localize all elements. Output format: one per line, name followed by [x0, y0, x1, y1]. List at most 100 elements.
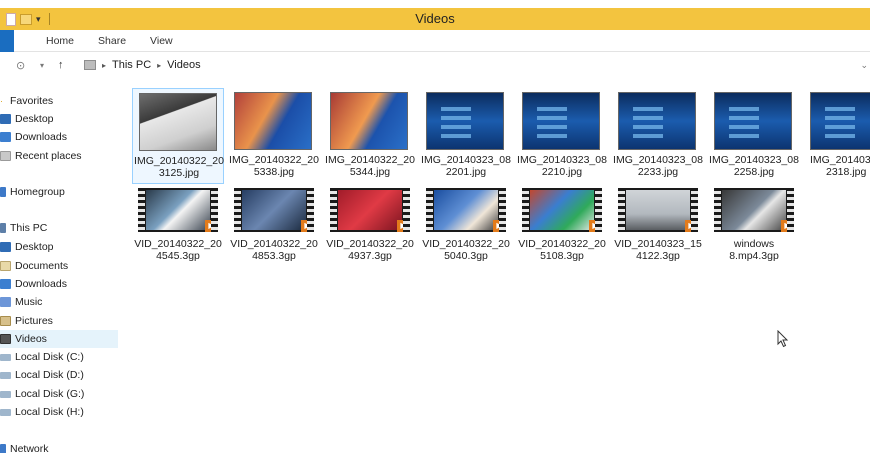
homegroup-icon [0, 187, 6, 197]
nav-favorites[interactable]: · Favorites [0, 92, 53, 110]
file-list: IMG_20140322_20 3125.jpg IMG_20140322_20 5… [128, 84, 870, 453]
breadcrumb-this-pc[interactable]: This PC [112, 59, 151, 71]
play-icon: ▶ [589, 220, 602, 232]
image-thumbnail [234, 92, 312, 150]
breadcrumb-videos[interactable]: Videos [167, 59, 200, 71]
nav-documents[interactable]: Documents [0, 257, 68, 275]
nav-pictures[interactable]: Pictures [0, 312, 53, 330]
nav-label: Videos [15, 333, 47, 345]
pictures-icon [0, 316, 11, 326]
file-name: IMG_20140323_08 2258.jpg [709, 154, 799, 178]
folder-icon [84, 60, 96, 70]
nav-label: Recent places [15, 150, 82, 162]
file-item-image[interactable]: IMG_20140322_20 5344.jpg [324, 88, 416, 184]
desktop-icon [0, 242, 11, 252]
up-arrow-icon[interactable]: ↑ [58, 59, 64, 71]
file-item-video[interactable]: ▶ VID_20140322_20 4853.3gp [228, 184, 320, 270]
ribbon-tabs: Home Share View [0, 30, 870, 52]
image-thumbnail [618, 92, 696, 150]
nav-videos[interactable]: Videos [0, 330, 118, 348]
videos-icon [0, 334, 11, 344]
nav-label: Local Disk (C:) [15, 351, 84, 363]
nav-label: Downloads [15, 131, 67, 143]
play-icon: ▶ [493, 220, 506, 232]
file-name: VID_20140322_20 4937.3gp [326, 238, 414, 262]
video-thumbnail: ▶ [330, 188, 410, 232]
nav-label: Local Disk (G:) [15, 388, 85, 400]
file-item-video[interactable]: ▶ VID_20140322_20 5040.3gp [420, 184, 512, 270]
file-tab[interactable] [0, 30, 14, 52]
file-item-video[interactable]: ▶ VID_20140322_20 4545.3gp [132, 184, 224, 270]
title-bar: ▾ Videos [0, 8, 870, 30]
nav-downloads[interactable]: Downloads [0, 275, 67, 293]
navigation-pane: · Favorites Desktop Downloads Recent pla… [0, 84, 122, 453]
music-icon [0, 297, 11, 307]
video-thumbnail: ▶ [138, 188, 218, 232]
play-icon: ▶ [205, 220, 218, 232]
downloads-icon [0, 132, 11, 142]
file-item-image[interactable]: IMG_20140323_08 2258.jpg [708, 88, 800, 184]
file-item-image[interactable]: IMG_201403232318.jpg [804, 88, 870, 184]
image-thumbnail [139, 93, 217, 151]
nav-downloads-favorite[interactable]: Downloads [0, 128, 67, 146]
chevron-right-icon[interactable]: ▸ [157, 61, 161, 70]
nav-label: Downloads [15, 278, 67, 290]
disk-drive-icon [0, 390, 11, 398]
play-icon: ▶ [685, 220, 698, 232]
nav-label: Pictures [15, 315, 53, 327]
file-name: IMG_20140323_08 2201.jpg [421, 154, 511, 178]
tab-share[interactable]: Share [86, 35, 138, 47]
file-name: VID_20140323_15 4122.3gp [614, 238, 702, 262]
video-thumbnail: ▶ [522, 188, 602, 232]
nav-local-disk-g[interactable]: Local Disk (G:) [0, 385, 84, 403]
desktop-icon [0, 114, 11, 124]
nav-label: Local Disk (H:) [15, 406, 84, 418]
back-icon[interactable]: ⊙ [16, 59, 25, 72]
nav-label: Local Disk (D:) [15, 369, 84, 381]
video-thumbnail: ▶ [714, 188, 794, 232]
nav-network[interactable]: Network [0, 440, 49, 453]
file-item-video[interactable]: ▶ VID_20140323_15 4122.3gp [612, 184, 704, 270]
breadcrumb[interactable]: ▸ This PC ▸ Videos [84, 59, 201, 71]
star-icon: · [0, 96, 3, 106]
nav-local-disk-h[interactable]: Local Disk (H:) [0, 403, 84, 421]
video-thumbnail: ▶ [426, 188, 506, 232]
image-thumbnail [810, 92, 870, 150]
file-name: IMG_20140322_20 3125.jpg [134, 155, 224, 179]
tab-home[interactable]: Home [34, 35, 86, 47]
image-thumbnail [714, 92, 792, 150]
nav-recent-places[interactable]: Recent places [0, 147, 82, 165]
computer-icon [0, 223, 6, 233]
disk-drive-icon [0, 408, 11, 416]
window-title: Videos [415, 11, 455, 26]
image-thumbnail [522, 92, 600, 150]
file-item-video[interactable]: ▶ windows 8.mp4.3gp [708, 184, 800, 270]
nav-local-disk-c[interactable]: Local Disk (C:) [0, 348, 84, 366]
file-item-image[interactable]: IMG_20140323_08 2210.jpg [516, 88, 608, 184]
tab-view[interactable]: View [138, 35, 185, 47]
chevron-right-icon[interactable]: ▸ [102, 61, 106, 70]
nav-desktop[interactable]: Desktop [0, 238, 54, 256]
file-item-video[interactable]: ▶ VID_20140322_20 4937.3gp [324, 184, 416, 270]
file-item-image[interactable]: IMG_20140323_08 2201.jpg [420, 88, 512, 184]
video-thumbnail: ▶ [234, 188, 314, 232]
nav-music[interactable]: Music [0, 293, 42, 311]
nav-local-disk-d[interactable]: Local Disk (D:) [0, 366, 84, 384]
file-item-image[interactable]: IMG_20140322_20 3125.jpg [132, 88, 224, 184]
file-name: windows 8.mp4.3gp [729, 238, 779, 262]
nav-homegroup[interactable]: Homegroup [0, 183, 65, 201]
nav-label: Network [10, 443, 49, 453]
chevron-down-icon[interactable]: ⌄ [860, 60, 868, 71]
file-item-image[interactable]: IMG_20140322_20 5338.jpg [228, 88, 320, 184]
nav-label: Favorites [10, 95, 54, 107]
file-item-video[interactable]: ▶ VID_20140322_20 5108.3gp [516, 184, 608, 270]
nav-label: Music [15, 296, 43, 308]
file-item-image[interactable]: IMG_20140323_08 2233.jpg [612, 88, 704, 184]
nav-desktop-favorite[interactable]: Desktop [0, 110, 54, 128]
image-thumbnail [426, 92, 504, 150]
recent-locations-icon[interactable]: ▾ [40, 61, 44, 70]
file-name: VID_20140322_20 5108.3gp [518, 238, 606, 262]
file-name: IMG_20140322_20 5344.jpg [325, 154, 415, 178]
nav-this-pc[interactable]: This PC [0, 219, 47, 237]
play-icon: ▶ [397, 220, 410, 232]
